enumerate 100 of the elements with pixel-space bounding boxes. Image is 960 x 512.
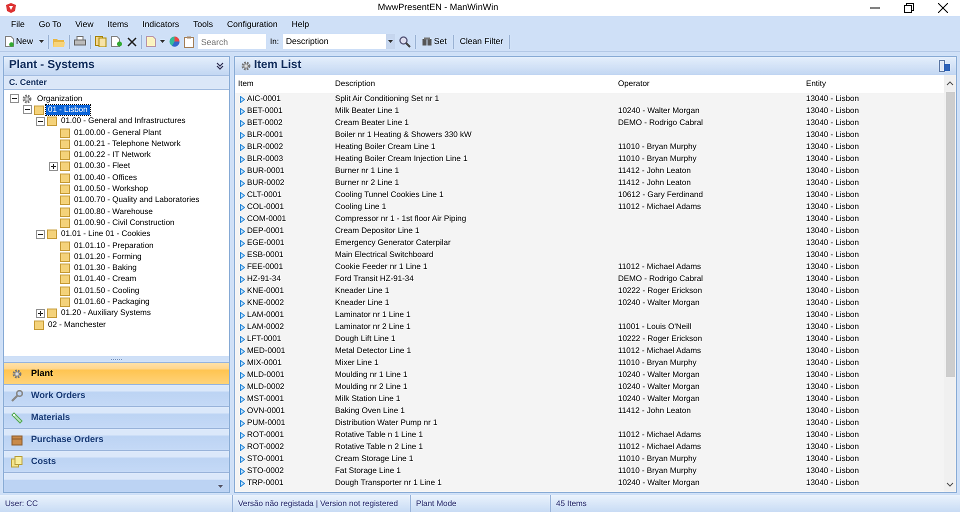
table-cell-text: Main Electrical Switchboard bbox=[334, 249, 434, 261]
tag-icon bbox=[11, 412, 23, 424]
menu-item[interactable]: Indicators bbox=[135, 18, 186, 30]
collapse-icon[interactable] bbox=[36, 116, 45, 126]
collapse-icon[interactable] bbox=[10, 94, 19, 104]
search-in-dropdown[interactable]: Description bbox=[282, 34, 395, 49]
tree-item[interactable]: 01.01.20 - Forming bbox=[72, 252, 144, 262]
tree-item[interactable]: 01.01.50 - Cooling bbox=[72, 286, 142, 296]
nav-button[interactable]: Costs bbox=[4, 450, 229, 472]
table-cell-text: 13040 - Lisbon bbox=[805, 141, 860, 153]
tree-item[interactable]: 01.00.00 - General Plant bbox=[72, 128, 164, 138]
tree-item[interactable]: 01.00.90 - Civil Construction bbox=[72, 218, 176, 228]
table-cell-text: 13040 - Lisbon bbox=[805, 297, 860, 309]
table-cell-text: 10240 - Walter Morgan bbox=[617, 477, 701, 489]
table-cell-text: 13040 - Lisbon bbox=[805, 201, 860, 213]
scroll-down-icon[interactable] bbox=[946, 482, 954, 488]
panel-title: Item List bbox=[254, 58, 302, 74]
tree-item[interactable]: 01.01.30 - Baking bbox=[72, 263, 139, 274]
table-cell-text: 13040 - Lisbon bbox=[805, 429, 860, 441]
menu-item[interactable]: Tools bbox=[186, 18, 220, 30]
table-cell: AIC-0001 bbox=[247, 93, 281, 105]
tree-item[interactable]: 01.00.50 - Workshop bbox=[72, 184, 150, 194]
tree-item[interactable]: 01.00.70 - Quality and Laboratories bbox=[72, 195, 202, 206]
tree-item[interactable]: 01.00.30 - Fleet bbox=[72, 161, 132, 172]
column-header[interactable]: Operator bbox=[615, 78, 803, 90]
tree-item[interactable]: 01.20 - Auxiliary Systems bbox=[59, 308, 153, 318]
table-cell: PUM-0001 bbox=[247, 417, 286, 429]
table-cell-text: Baking Oven Line 1 bbox=[334, 405, 406, 417]
maximize-icon[interactable] bbox=[904, 3, 914, 13]
table-cell-text: 13040 - Lisbon bbox=[805, 477, 860, 489]
search-icon[interactable] bbox=[398, 36, 411, 48]
column-header[interactable]: Entity bbox=[803, 78, 944, 90]
close-icon[interactable] bbox=[938, 3, 948, 13]
splitter-grip-icon[interactable] bbox=[110, 358, 124, 360]
tree-item[interactable]: 01.01.40 - Cream bbox=[72, 274, 138, 284]
column-header[interactable]: Item bbox=[235, 78, 332, 90]
menu-item[interactable]: File bbox=[4, 18, 32, 30]
in-label: In: bbox=[270, 36, 279, 48]
pie-chart-icon[interactable] bbox=[169, 36, 180, 47]
table-cell: BLR-0003 bbox=[247, 153, 284, 165]
tree-item[interactable]: 01 - Lisbon bbox=[46, 104, 90, 115]
expand-icon[interactable] bbox=[49, 162, 58, 171]
collapse-chevron-icon[interactable] bbox=[216, 62, 224, 70]
tree-item[interactable]: 01.00.80 - Warehouse bbox=[72, 206, 155, 217]
table-cell-text: 13040 - Lisbon bbox=[805, 405, 860, 417]
binoculars-icon bbox=[422, 37, 432, 46]
table-cell-text: Laminator nr 1 Line 1 bbox=[334, 309, 412, 321]
copy-icon[interactable] bbox=[95, 36, 108, 47]
tree-item[interactable]: 01.01.10 - Preparation bbox=[72, 240, 156, 250]
menu-item[interactable]: Configuration bbox=[220, 18, 285, 30]
caret-icon[interactable] bbox=[39, 40, 44, 43]
menu-item[interactable]: Go To bbox=[32, 18, 68, 30]
table-cell-text: Burner nr 1 Line 1 bbox=[334, 165, 400, 177]
menu-item[interactable]: Items bbox=[100, 18, 136, 30]
delete-icon[interactable] bbox=[127, 36, 138, 46]
tree-item[interactable]: 01.00 - General and Infrastructures bbox=[59, 116, 188, 126]
table-cell-text: 13040 - Lisbon bbox=[805, 177, 860, 189]
table-cell-text: 13040 - Lisbon bbox=[805, 189, 860, 201]
collapse-icon[interactable] bbox=[23, 105, 32, 114]
tree-item[interactable]: 01.00.21 - Telephone Network bbox=[72, 138, 183, 149]
tree-item[interactable]: 01.00.22 - IT Network bbox=[72, 150, 153, 160]
set-button[interactable]: Set bbox=[420, 35, 449, 48]
table-cell-text: Cooling Tunnel Cookies Line 1 bbox=[334, 189, 445, 201]
table-cell-text: Cookie Feeder nr 1 Line 1 bbox=[334, 261, 428, 273]
tree-item[interactable]: 01.01.60 - Packaging bbox=[72, 296, 152, 307]
clipboard-icon[interactable] bbox=[184, 36, 194, 48]
new-button[interactable]: New bbox=[3, 35, 36, 48]
nav-button[interactable]: Materials bbox=[4, 406, 229, 428]
table-cell-text: Moulding nr 2 Line 1 bbox=[334, 381, 408, 393]
clean-filter-button[interactable]: Clean Filter bbox=[458, 35, 506, 48]
tree-item[interactable]: 02 - Manchester bbox=[46, 320, 108, 330]
table-cell-text: Dough Lift Line 1 bbox=[334, 333, 396, 345]
table-cell-text: Boiler nr 1 Heating & Showers 330 kW bbox=[334, 129, 473, 141]
caret-icon[interactable] bbox=[160, 40, 166, 43]
tree-item[interactable]: 01.00.40 - Offices bbox=[72, 172, 139, 183]
menu-item[interactable]: View bbox=[68, 18, 101, 30]
scroll-up-icon[interactable] bbox=[946, 80, 954, 86]
nav-button[interactable]: Plant bbox=[4, 362, 229, 384]
nav-button[interactable]: Work Orders bbox=[4, 384, 229, 406]
expand-icon[interactable] bbox=[36, 308, 45, 318]
table-cell-text: 13040 - Lisbon bbox=[805, 273, 860, 285]
table-cell-text: 13040 - Lisbon bbox=[805, 465, 860, 477]
table-cell-text: 10222 - Roger Erickson bbox=[617, 333, 704, 345]
collapse-icon[interactable] bbox=[36, 230, 45, 239]
window-title: MwwPresentEN - ManWinWin bbox=[376, 1, 500, 14]
table-cell-text: 11001 - Louis O'Neill bbox=[617, 321, 692, 333]
tree-item[interactable]: Organization bbox=[35, 94, 84, 104]
table-cell: OVN-0001 bbox=[247, 405, 285, 417]
more-caret-icon[interactable] bbox=[218, 485, 223, 488]
menu-item[interactable]: Help bbox=[284, 18, 316, 30]
table-cell: BLR-0002 bbox=[247, 141, 284, 153]
table-cell-text: 10240 - Walter Morgan bbox=[617, 393, 701, 405]
scrollbar[interactable] bbox=[944, 75, 956, 492]
nav-button[interactable]: Purchase Orders bbox=[4, 428, 229, 450]
column-header[interactable]: Description bbox=[332, 78, 615, 90]
search-field[interactable]: Search bbox=[198, 34, 266, 49]
tree-item[interactable]: 01.01 - Line 01 - Cookies bbox=[59, 229, 152, 240]
printer-icon[interactable] bbox=[74, 36, 86, 47]
table-cell-text: Cream Beater Line 1 bbox=[334, 117, 410, 129]
column-chooser-icon[interactable] bbox=[939, 60, 951, 72]
